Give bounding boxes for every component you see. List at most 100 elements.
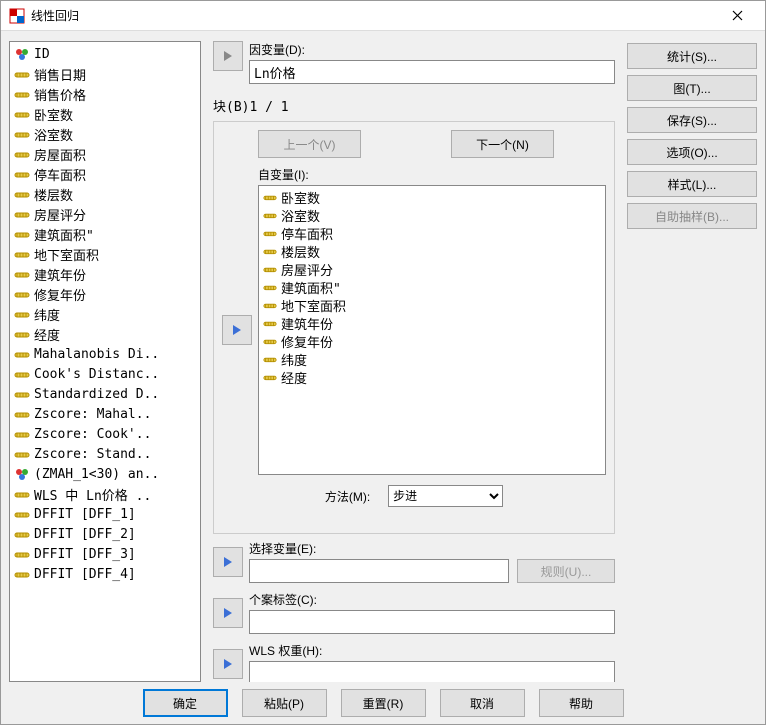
variable-item[interactable]: 浴室数 [12, 124, 198, 144]
variable-type-icon [14, 46, 30, 62]
linear-regression-dialog: 线性回归 ID销售日期销售价格卧室数浴室数房屋面积停车面积楼层数房屋评分建筑面积… [0, 0, 766, 725]
move-to-select-button[interactable] [213, 547, 243, 577]
variable-name: 房屋评分 [34, 205, 86, 224]
variable-item[interactable]: DFFIT [DFF_2] [12, 524, 198, 544]
wls-input[interactable] [249, 661, 615, 682]
independent-item[interactable]: 修复年份 [261, 332, 603, 350]
move-to-dependent-button[interactable] [213, 41, 243, 71]
variable-item[interactable]: 房屋面积 [12, 144, 198, 164]
variable-item[interactable]: 修复年份 [12, 284, 198, 304]
variable-item[interactable]: Zscore: Stand.. [12, 444, 198, 464]
select-var-input[interactable] [249, 559, 509, 583]
variable-name: 卧室数 [281, 188, 320, 207]
variable-type-icon [263, 208, 277, 222]
variable-type-icon [14, 186, 30, 202]
variable-item[interactable]: 建筑面积" [12, 224, 198, 244]
close-button[interactable] [717, 2, 757, 30]
variable-type-icon [14, 206, 30, 222]
independent-item[interactable]: 浴室数 [261, 206, 603, 224]
save-button[interactable]: 保存(S)... [627, 107, 757, 133]
variable-name: 销售日期 [34, 65, 86, 84]
prev-block-button[interactable]: 上一个(V) [258, 130, 361, 158]
ok-button[interactable]: 确定 [143, 689, 228, 717]
variable-item[interactable]: 纬度 [12, 304, 198, 324]
independent-item[interactable]: 停车面积 [261, 224, 603, 242]
variable-type-icon [14, 566, 30, 582]
variable-type-icon [14, 506, 30, 522]
variable-type-icon [14, 406, 30, 422]
variable-name: 修复年份 [34, 285, 86, 304]
move-to-case-button[interactable] [213, 598, 243, 628]
independent-item[interactable]: 纬度 [261, 350, 603, 368]
variable-type-icon [14, 346, 30, 362]
cancel-button[interactable]: 取消 [440, 689, 525, 717]
variable-item[interactable]: Cook's Distanc.. [12, 364, 198, 384]
variable-item[interactable]: (ZMAH_1<30) an.. [12, 464, 198, 484]
variable-item[interactable]: Zscore: Cook'.. [12, 424, 198, 444]
independent-list[interactable]: 卧室数浴室数停车面积楼层数房屋评分建筑面积"地下室面积建筑年份修复年份纬度经度 [258, 185, 606, 475]
method-select[interactable]: 步进 [388, 485, 503, 507]
variable-item[interactable]: 房屋评分 [12, 204, 198, 224]
options-button[interactable]: 选项(O)... [627, 139, 757, 165]
variable-type-icon [14, 146, 30, 162]
select-var-label: 选择变量(E): [249, 540, 615, 557]
independent-item[interactable]: 楼层数 [261, 242, 603, 260]
variable-item[interactable]: Standardized D.. [12, 384, 198, 404]
case-label-input[interactable] [249, 610, 615, 634]
independent-item[interactable]: 卧室数 [261, 188, 603, 206]
variable-type-icon [14, 126, 30, 142]
variable-item[interactable]: 销售价格 [12, 84, 198, 104]
independent-item[interactable]: 建筑面积" [261, 278, 603, 296]
variable-name: 楼层数 [34, 185, 73, 204]
variable-name: DFFIT [DFF_4] [34, 567, 136, 582]
variable-item[interactable]: DFFIT [DFF_3] [12, 544, 198, 564]
variable-type-icon [263, 334, 277, 348]
independent-item[interactable]: 建筑年份 [261, 314, 603, 332]
variable-name: 建筑面积" [281, 278, 341, 297]
variable-item[interactable]: 楼层数 [12, 184, 198, 204]
variable-name: (ZMAH_1<30) an.. [34, 467, 159, 482]
variable-list[interactable]: ID销售日期销售价格卧室数浴室数房屋面积停车面积楼层数房屋评分建筑面积"地下室面… [9, 41, 201, 682]
variable-item[interactable]: DFFIT [DFF_4] [12, 564, 198, 584]
variable-name: 建筑年份 [34, 265, 86, 284]
variable-name: Zscore: Mahal.. [34, 407, 151, 422]
variable-type-icon [14, 366, 30, 382]
next-block-button[interactable]: 下一个(N) [451, 130, 554, 158]
case-label-label: 个案标签(C): [249, 591, 615, 608]
variable-name: 经度 [281, 368, 307, 387]
independent-item[interactable]: 经度 [261, 368, 603, 386]
reset-button[interactable]: 重置(R) [341, 689, 426, 717]
variable-name: 地下室面积 [281, 296, 346, 315]
variable-item[interactable]: 地下室面积 [12, 244, 198, 264]
independent-item[interactable]: 房屋评分 [261, 260, 603, 278]
variable-item[interactable]: WLS 中 Ln价格 .. [12, 484, 198, 504]
paste-button[interactable]: 粘贴(P) [242, 689, 327, 717]
variable-item[interactable]: 停车面积 [12, 164, 198, 184]
variable-name: DFFIT [DFF_1] [34, 507, 136, 522]
variable-type-icon [263, 190, 277, 204]
move-to-wls-button[interactable] [213, 649, 243, 679]
help-button[interactable]: 帮助 [539, 689, 624, 717]
dependent-input[interactable] [249, 60, 615, 84]
variable-item[interactable]: Zscore: Mahal.. [12, 404, 198, 424]
variable-name: 建筑年份 [281, 314, 333, 333]
variable-type-icon [263, 226, 277, 240]
plots-button[interactable]: 图(T)... [627, 75, 757, 101]
variable-name: Zscore: Stand.. [34, 447, 151, 462]
variable-item[interactable]: 建筑年份 [12, 264, 198, 284]
variable-item[interactable]: ID [12, 44, 198, 64]
variable-name: 房屋评分 [281, 260, 333, 279]
variable-name: 房屋面积 [34, 145, 86, 164]
move-to-independent-button[interactable] [222, 315, 252, 345]
rule-button[interactable]: 规则(U)... [517, 559, 615, 583]
variable-item[interactable]: 卧室数 [12, 104, 198, 124]
style-button[interactable]: 样式(L)... [627, 171, 757, 197]
variable-item[interactable]: DFFIT [DFF_1] [12, 504, 198, 524]
statistics-button[interactable]: 统计(S)... [627, 43, 757, 69]
bootstrap-button[interactable]: 自助抽样(B)... [627, 203, 757, 229]
footer-buttons: 确定 粘贴(P) 重置(R) 取消 帮助 [1, 682, 765, 724]
variable-item[interactable]: 销售日期 [12, 64, 198, 84]
variable-item[interactable]: Mahalanobis Di.. [12, 344, 198, 364]
independent-item[interactable]: 地下室面积 [261, 296, 603, 314]
variable-item[interactable]: 经度 [12, 324, 198, 344]
